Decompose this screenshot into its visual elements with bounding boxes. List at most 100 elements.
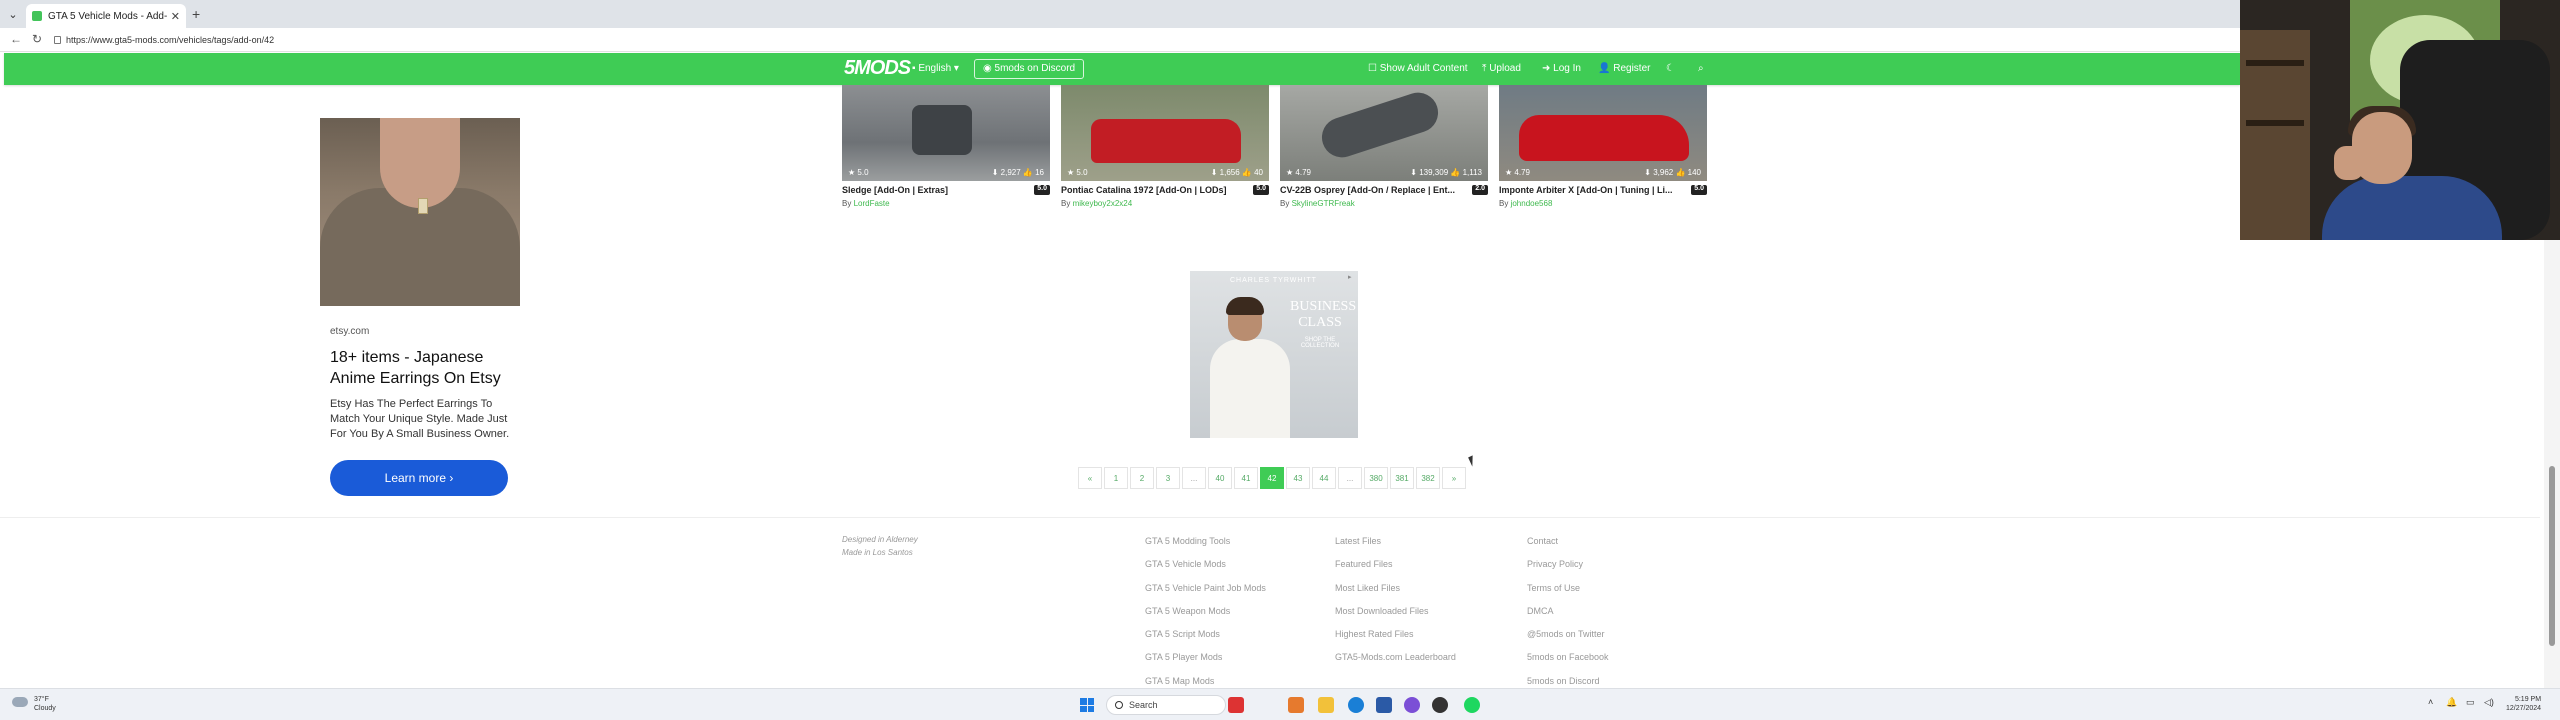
mod-title[interactable]: Pontiac Catalina 1972 [Add-On | LODs] 5.0 xyxy=(1061,185,1269,195)
mod-thumbnail[interactable]: ★ 4.79 ⬇ 3,962 👍 140 xyxy=(1499,85,1707,181)
footer-link[interactable]: GTA 5 Modding Tools xyxy=(1145,535,1266,558)
app-icon[interactable] xyxy=(1432,697,1448,713)
author-link[interactable]: mikeyboy2x2x24 xyxy=(1073,199,1133,208)
footer-link[interactable]: Featured Files xyxy=(1335,558,1456,581)
mod-card[interactable]: ★ 4.79 ⬇ 3,962 👍 140 Imponte Arbiter X [A… xyxy=(1499,85,1707,208)
app-icon[interactable] xyxy=(1288,697,1304,713)
mod-thumbnail[interactable]: ★ 5.0 ⬇ 1,656 👍 40 xyxy=(1061,85,1269,181)
volume-icon[interactable]: ◁) xyxy=(2484,697,2494,708)
edge-icon[interactable] xyxy=(1348,697,1364,713)
tab-list-icon[interactable]: ⌄ xyxy=(4,6,22,24)
mod-title[interactable]: Sledge [Add-On | Extras] 5.0 xyxy=(842,185,1050,195)
close-tab-icon[interactable]: ✕ xyxy=(171,10,180,23)
footer-col-files: Latest Files Featured Files Most Liked Fil… xyxy=(1335,535,1456,675)
login-link[interactable]: ➜ Log In xyxy=(1542,63,1581,74)
page-link[interactable]: 3 xyxy=(1156,467,1180,489)
favicon-icon xyxy=(32,11,42,21)
page-link[interactable]: 1 xyxy=(1104,467,1128,489)
back-icon[interactable]: ← xyxy=(10,32,22,46)
new-tab-button[interactable]: + xyxy=(192,6,200,22)
mod-author: By SkylineGTRFreak xyxy=(1280,199,1355,208)
language-select[interactable]: ▪ English ▾ xyxy=(912,63,959,74)
bell-icon[interactable]: 🔔 xyxy=(2446,697,2457,708)
footer-link[interactable]: Latest Files xyxy=(1335,535,1456,558)
url-field[interactable]: https://www.gta5-mods.com/vehicles/tags/… xyxy=(54,32,954,48)
register-link[interactable]: 👤 Register xyxy=(1598,63,1650,74)
network-icon[interactable]: ▭ xyxy=(2466,697,2475,708)
register-label: Register xyxy=(1613,63,1651,74)
taskbar-clock[interactable]: 5:19 PM 12/27/2024 xyxy=(2506,695,2541,713)
site-footer: Designed in Alderney Made in Los Santos G… xyxy=(0,517,2540,687)
footer-link[interactable]: GTA 5 Script Mods xyxy=(1145,628,1266,651)
taskbar-search[interactable]: Search xyxy=(1106,695,1226,715)
mod-thumbnail[interactable]: ★ 5.0 ⬇ 2,927 👍 16 xyxy=(842,85,1050,181)
search-icon[interactable]: ⌕ xyxy=(1698,63,1704,74)
author-link[interactable]: SkylineGTRFreak xyxy=(1292,199,1355,208)
refresh-icon[interactable]: ↻ xyxy=(32,32,42,46)
page-link[interactable]: » xyxy=(1442,467,1466,489)
site-logo[interactable]: 5MODS xyxy=(844,57,911,80)
footer-link[interactable]: GTA 5 Player Mods xyxy=(1145,651,1266,674)
footer-link[interactable]: Most Liked Files xyxy=(1335,582,1456,605)
app-icon[interactable] xyxy=(1404,697,1420,713)
discord-button[interactable]: ◉ 5mods on Discord xyxy=(974,59,1085,79)
browser-tab[interactable]: GTA 5 Vehicle Mods - Add-On - G ✕ xyxy=(26,4,186,28)
ad-close-icon[interactable]: ▸ xyxy=(1348,273,1356,281)
mod-card[interactable]: ★ 4.79 ⬇ 139,309 👍 1,113 CV-22B Osprey [A… xyxy=(1280,85,1488,208)
page-link[interactable]: 2 xyxy=(1130,467,1154,489)
mod-title[interactable]: Imponte Arbiter X [Add-On | Tuning | Li.… xyxy=(1499,185,1707,195)
page-link[interactable]: 41 xyxy=(1234,467,1258,489)
upload-link[interactable]: ⤒ Upload xyxy=(1482,63,1521,74)
footer-link[interactable]: 5mods on Facebook xyxy=(1527,651,1609,674)
login-label: Log In xyxy=(1553,63,1581,74)
windows-taskbar: 37°F Cloudy Search ˄ 🔔 ▭ ◁) 5:19 PM 12/27… xyxy=(0,688,2560,720)
mod-card[interactable]: ★ 5.0 ⬇ 1,656 👍 40 Pontiac Catalina 1972 … xyxy=(1061,85,1269,208)
search-icon xyxy=(1115,701,1123,709)
windows-start-icon[interactable] xyxy=(1080,698,1094,712)
business-class-ad[interactable]: CHARLES TYRWHITT BUSINESS CLASS SHOP THE… xyxy=(1190,271,1358,438)
ad-domain: etsy.com xyxy=(330,326,370,337)
weather-widget[interactable]: 37°F Cloudy xyxy=(12,695,56,713)
footer-link[interactable]: DMCA xyxy=(1527,605,1609,628)
footer-link[interactable]: GTA5-Mods.com Leaderboard xyxy=(1335,651,1456,674)
footer-link[interactable]: Highest Rated Files xyxy=(1335,628,1456,651)
page-link[interactable]: 44 xyxy=(1312,467,1336,489)
file-explorer-icon[interactable] xyxy=(1318,697,1334,713)
learn-more-button[interactable]: Learn more › xyxy=(330,460,508,496)
page-link[interactable]: 381 xyxy=(1390,467,1414,489)
footer-link[interactable]: Privacy Policy xyxy=(1527,558,1609,581)
footer-link[interactable]: @5mods on Twitter xyxy=(1527,628,1609,651)
author-link[interactable]: johndoe568 xyxy=(1511,199,1553,208)
app-icon[interactable] xyxy=(1228,697,1244,713)
footer-link[interactable]: Contact xyxy=(1527,535,1609,558)
ad-brand: CHARLES TYRWHITT xyxy=(1230,277,1317,284)
footer-link[interactable]: GTA 5 Vehicle Paint Job Mods xyxy=(1145,582,1266,605)
tray-chevron-icon[interactable]: ˄ xyxy=(2428,697,2433,707)
mod-title[interactable]: CV-22B Osprey [Add-On / Replace | Ent...… xyxy=(1280,185,1488,195)
page-link[interactable]: 43 xyxy=(1286,467,1310,489)
page-current[interactable]: 42 xyxy=(1260,467,1284,489)
page-link[interactable]: « xyxy=(1078,467,1102,489)
footer-link[interactable]: GTA 5 Weapon Mods xyxy=(1145,605,1266,628)
mod-thumbnail[interactable]: ★ 4.79 ⬇ 139,309 👍 1,113 xyxy=(1280,85,1488,181)
mod-card[interactable]: ★ 5.0 ⬇ 2,927 👍 16 Sledge [Add-On | Extra… xyxy=(842,85,1050,208)
dark-mode-icon[interactable]: ☾ xyxy=(1666,63,1675,74)
scrollbar-thumb[interactable] xyxy=(2549,466,2555,646)
spotify-icon[interactable] xyxy=(1464,697,1480,713)
mouse-cursor-icon xyxy=(1468,455,1477,467)
ad-image[interactable] xyxy=(320,118,520,306)
author-link[interactable]: LordFaste xyxy=(854,199,890,208)
footer-link[interactable]: Most Downloaded Files xyxy=(1335,605,1456,628)
page-link[interactable]: 382 xyxy=(1416,467,1440,489)
footer-link[interactable]: Terms of Use xyxy=(1527,582,1609,605)
mod-author: By LordFaste xyxy=(842,199,890,208)
url-text: https://www.gta5-mods.com/vehicles/tags/… xyxy=(66,35,275,45)
footer-link[interactable]: GTA 5 Vehicle Mods xyxy=(1145,558,1266,581)
page-link[interactable]: 40 xyxy=(1208,467,1232,489)
cloud-icon xyxy=(12,697,28,707)
adult-content-toggle[interactable]: ☐ Show Adult Content xyxy=(1368,63,1468,74)
etsy-ad[interactable]: etsy.com 18+ items - Japanese Anime Earr… xyxy=(320,118,520,508)
page-link[interactable]: 380 xyxy=(1364,467,1388,489)
ad-title[interactable]: 18+ items - Japanese Anime Earrings On E… xyxy=(330,347,510,389)
app-icon[interactable] xyxy=(1376,697,1392,713)
